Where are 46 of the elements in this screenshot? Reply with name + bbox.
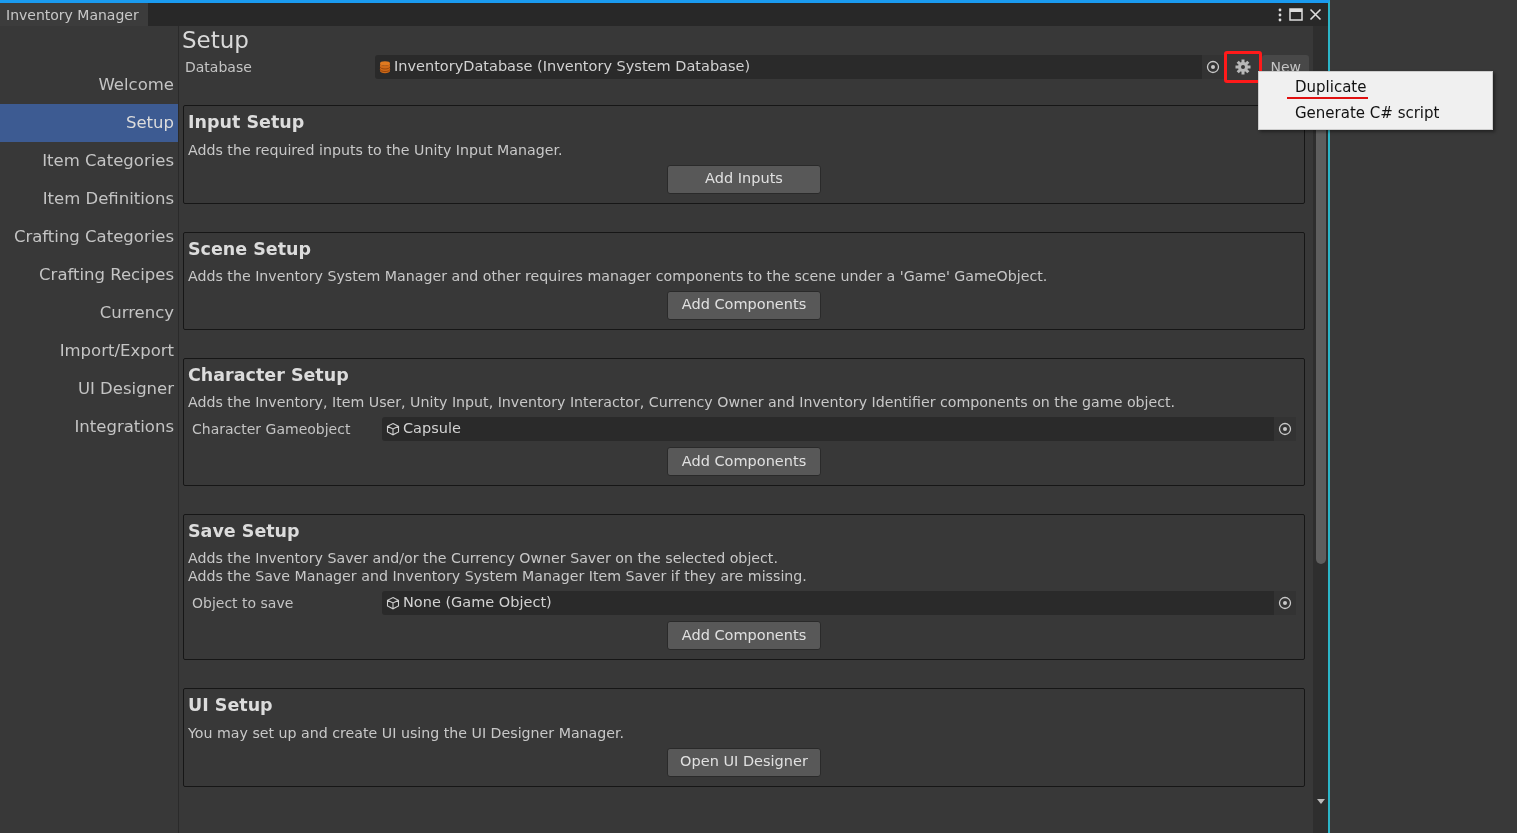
section-title: UI Setup [188,694,274,718]
section-description: Adds the Save Manager and Inventory System Manager Item Saver if they are missing. [188,567,808,586]
sidebar-item[interactable]: Item Categories [0,142,178,180]
target-icon[interactable] [1278,422,1292,437]
window-tab[interactable]: Inventory Manager [0,3,148,26]
action-button[interactable]: Add Inputs [667,164,821,194]
target-icon[interactable] [1206,60,1221,75]
sidebar-item[interactable]: UI Designer [0,370,178,408]
object-field[interactable]: InventoryDatabase (Inventory System Database) [375,55,1225,80]
sidebar-item[interactable]: Setup [0,104,178,142]
more-icon[interactable] [1277,6,1283,23]
section-title: Character Setup [188,363,350,387]
sidebar-item[interactable]: Welcome [0,66,178,104]
action-button[interactable]: Open UI Designer [667,747,821,777]
section-description: Adds the Inventory System Manager and other requires manager components to the scene under a 'Game' GameObject. [188,266,1049,285]
scroll-down-icon[interactable] [1315,798,1326,805]
sidebar-item[interactable]: Crafting Categories [0,218,178,256]
maximize-icon[interactable] [1289,8,1303,21]
field-label: Database [185,57,253,77]
action-button[interactable]: Add Components [667,290,821,320]
section-description: Adds the Inventory, Item User, Unity Input, Inventory Interactor, Currency Owner and Inventory Identifier components on the game object. [188,393,1177,412]
sidebar-item[interactable]: Import/Export [0,332,178,370]
sidebar-item[interactable]: Crafting Recipes [0,256,178,294]
target-icon[interactable] [1278,596,1292,611]
menu-item[interactable]: Generate C# script [1259,100,1492,126]
action-button[interactable]: Add Components [667,447,821,477]
section-title: Input Setup [188,111,306,135]
close-icon[interactable] [1309,8,1322,21]
action-button[interactable]: Add Components [667,621,821,651]
section-title: Save Setup [188,520,301,544]
section-description: Adds the Inventory Saver and/or the Currency Owner Saver on the selected object. [188,549,779,568]
field-label: Object to save [192,593,295,613]
page-title: Setup [182,28,250,54]
section-title: Scene Setup [188,237,313,261]
field-label: Character Gameobject [192,419,352,439]
database-icon [379,60,391,75]
sidebar-item[interactable]: Currency [0,294,178,332]
cube-icon [386,596,400,611]
gear-icon [1235,59,1252,76]
object-field[interactable]: Capsule [382,417,1296,442]
object-field[interactable]: None (Game Object) [382,591,1296,616]
section-description: You may set up and create UI using the UI Designer Manager. [188,723,626,742]
sidebar-item[interactable]: Integrations [0,408,178,446]
sidebar-item[interactable]: Item Definitions [0,180,178,218]
section-description: Adds the required inputs to the Unity Input Manager. [188,140,564,159]
cube-icon [386,422,400,437]
